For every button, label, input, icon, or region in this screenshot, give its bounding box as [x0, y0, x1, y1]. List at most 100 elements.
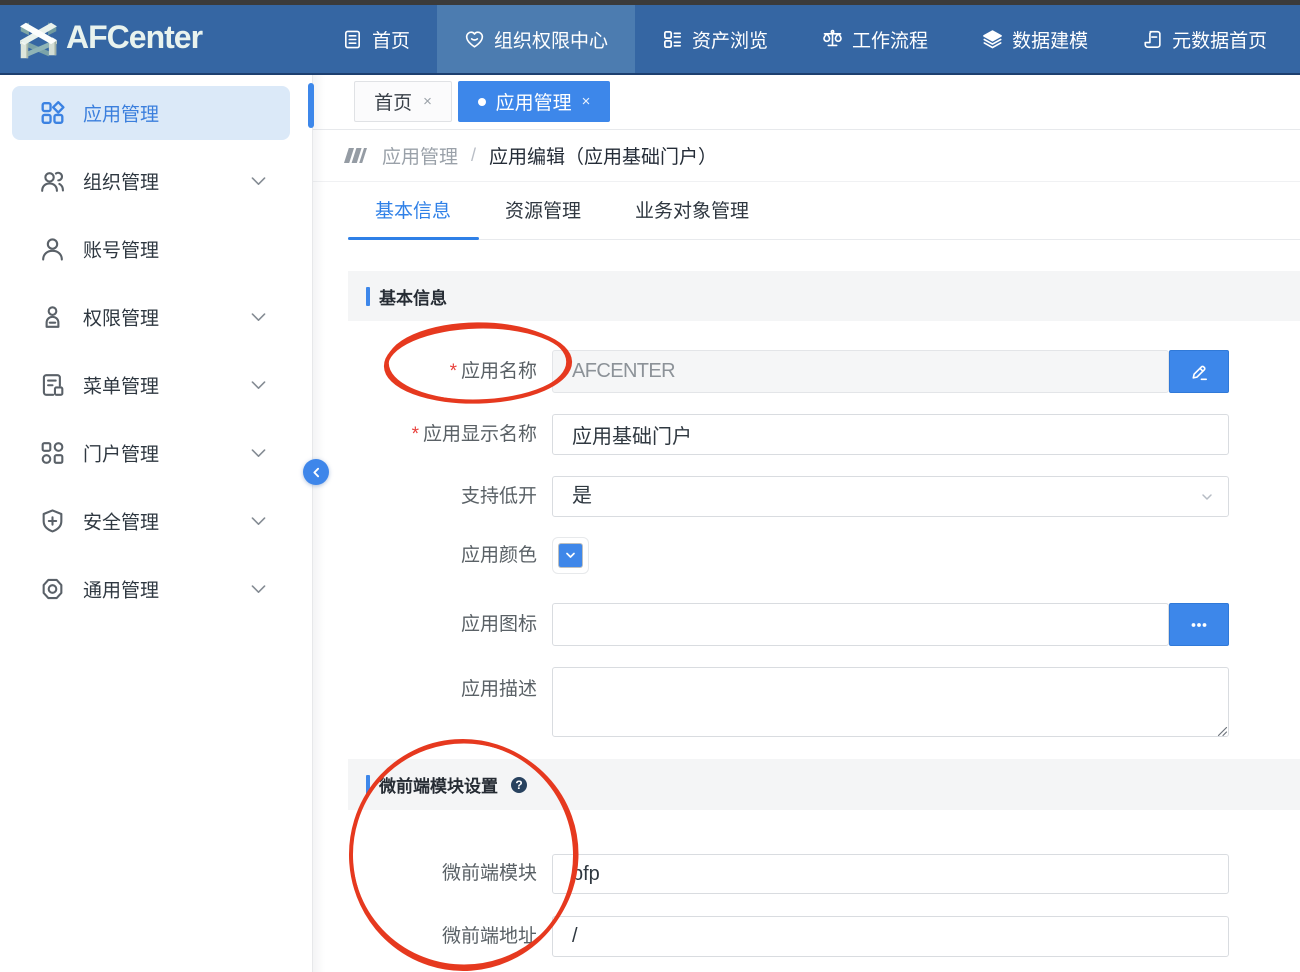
sidebar-item-app-management[interactable]: 应用管理 [12, 86, 290, 140]
nav-item-label: 组织权限中心 [494, 26, 608, 53]
app-icon-input[interactable] [552, 603, 1169, 646]
app-name-input[interactable] [552, 350, 1169, 393]
active-dot-icon [478, 98, 486, 106]
nut-icon [39, 576, 66, 603]
breadcrumb: 应用管理 / 应用编辑（应用基础门户） [313, 130, 1300, 182]
ellipsis-icon [1188, 614, 1210, 636]
chevron-down-icon [250, 513, 267, 530]
page: AFCenter 首页 组织权限中心 [0, 0, 1300, 972]
sidebar-item-label: 安全管理 [83, 508, 159, 535]
micro-module-input[interactable] [552, 854, 1229, 894]
document-icon [342, 29, 363, 50]
low-code-select[interactable]: 是 [552, 476, 1229, 517]
nav-item-metadata-home[interactable]: 元数据首页 [1115, 5, 1294, 73]
content-area: 首页 × 应用管理 × 应用管理 / 应用编辑（应用基础门户） 基本信息 资源管… [313, 75, 1300, 972]
afcenter-logo-icon [20, 16, 57, 59]
sidebar-item-portal-management[interactable]: 门户管理 [12, 426, 290, 480]
portal-icon [39, 440, 66, 467]
doc-tab-label: 应用管理 [496, 88, 572, 115]
main-navigation: 首页 组织权限中心 资产浏览 [315, 5, 1294, 73]
team-icon [39, 168, 66, 195]
section-header-micro-frontend: 微前端模块设置 ? [348, 759, 1300, 810]
user-icon [39, 236, 66, 263]
field-label: 微前端模块 [313, 854, 537, 894]
field-label: 应用图标 [313, 603, 537, 646]
field-label: *应用名称 [313, 350, 537, 393]
page-tabs: 基本信息 资源管理 业务对象管理 [313, 182, 1300, 240]
scroll-icon [1142, 29, 1163, 50]
sidebar-item-menu-management[interactable]: 菜单管理 [12, 358, 290, 412]
browse-icon-button[interactable] [1169, 603, 1229, 646]
menu-doc-icon [39, 372, 66, 399]
display-name-input[interactable] [552, 414, 1229, 455]
doc-tab-app-management[interactable]: 应用管理 × [458, 81, 610, 122]
field-label: 应用颜色 [313, 537, 537, 574]
doc-tab-home[interactable]: 首页 × [354, 81, 452, 122]
sidebar-item-security-management[interactable]: 安全管理 [12, 494, 290, 548]
app-desc-textarea[interactable] [552, 667, 1229, 737]
sidebar-item-label: 菜单管理 [83, 372, 159, 399]
field-label: 支持低开 [313, 476, 537, 517]
section-accent-bar [366, 775, 370, 794]
nav-item-label: 元数据首页 [1172, 26, 1267, 53]
window-top-strip [0, 0, 1300, 5]
nav-item-label: 数据建模 [1012, 26, 1088, 53]
breadcrumb-section[interactable]: 应用管理 [382, 142, 458, 169]
chevron-down-icon [250, 309, 267, 326]
chevron-down-icon [250, 581, 267, 598]
form-area: 基本信息 *应用名称 *应用显示名称 支持低开 [313, 240, 1300, 972]
nav-item-data-modeling[interactable]: 数据建模 [955, 5, 1115, 73]
doc-tab-label: 首页 [374, 88, 412, 115]
help-question-icon[interactable]: ? [511, 777, 527, 793]
workflow-icon [822, 29, 843, 50]
top-navbar: AFCenter 首页 组织权限中心 [0, 5, 1300, 75]
sidebar-item-label: 组织管理 [83, 168, 159, 195]
sidebar-item-org-management[interactable]: 组织管理 [12, 154, 290, 208]
chevron-left-icon [310, 466, 323, 479]
close-icon[interactable]: × [582, 94, 591, 109]
document-tab-bar: 首页 × 应用管理 × [313, 75, 1300, 130]
color-swatch [559, 544, 582, 567]
color-picker-trigger[interactable] [552, 537, 589, 574]
permission-icon [39, 304, 66, 331]
nav-item-asset-browse[interactable]: 资产浏览 [635, 5, 795, 73]
chevron-down-icon [564, 549, 577, 562]
sidebar: 应用管理 组织管理 账号管理 [0, 75, 313, 972]
tab-resource-management[interactable]: 资源管理 [478, 182, 608, 237]
sidebar-item-account-management[interactable]: 账号管理 [12, 222, 290, 276]
chevron-down-icon [250, 173, 267, 190]
heart-icon [464, 29, 485, 50]
field-label: 应用描述 [313, 667, 537, 713]
micro-address-input[interactable] [552, 916, 1229, 957]
nav-item-home[interactable]: 首页 [315, 5, 437, 73]
sidebar-item-label: 门户管理 [83, 440, 159, 467]
chevron-down-icon [1200, 490, 1214, 504]
sidebar-item-label: 账号管理 [83, 236, 159, 263]
chevron-down-icon [250, 377, 267, 394]
nav-item-label: 工作流程 [852, 26, 928, 53]
required-mark: * [412, 424, 419, 445]
appstore-icon [39, 100, 66, 127]
nav-item-workflow[interactable]: 工作流程 [795, 5, 955, 73]
sidebar-item-permission-management[interactable]: 权限管理 [12, 290, 290, 344]
sidebar-collapse-button[interactable] [303, 459, 329, 485]
pencil-icon [1188, 361, 1210, 383]
close-icon[interactable]: × [423, 94, 432, 109]
breadcrumb-current: 应用编辑（应用基础门户） [489, 142, 717, 169]
layers-icon [982, 29, 1003, 50]
tab-scroll-indicator[interactable] [308, 83, 314, 128]
breadcrumb-separator: / [471, 145, 476, 166]
tab-business-object-management[interactable]: 业务对象管理 [608, 182, 776, 237]
field-label: *应用显示名称 [313, 414, 537, 455]
shield-plus-icon [39, 508, 66, 535]
brand-logo[interactable]: AFCenter [20, 16, 202, 59]
field-label: 微前端地址 [313, 916, 537, 957]
tab-basic-info[interactable]: 基本信息 [348, 182, 478, 237]
nav-item-label: 资产浏览 [692, 26, 768, 53]
nav-item-label: 首页 [372, 26, 410, 53]
edit-app-name-button[interactable] [1169, 350, 1229, 393]
select-value: 是 [552, 476, 1229, 517]
sidebar-item-general-management[interactable]: 通用管理 [12, 562, 290, 616]
nav-item-org-permission-center[interactable]: 组织权限中心 [437, 5, 635, 73]
asset-list-icon [662, 29, 683, 50]
